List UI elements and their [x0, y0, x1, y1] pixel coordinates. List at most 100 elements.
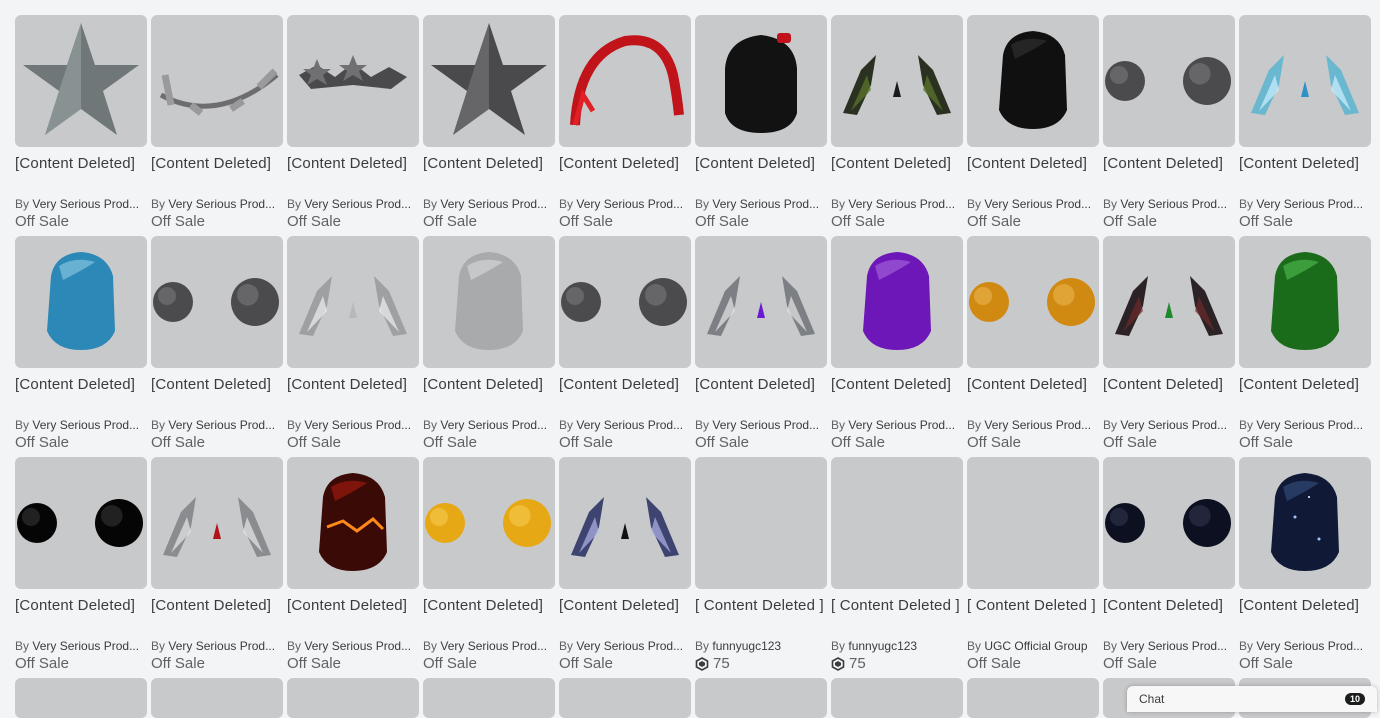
creator-link[interactable]: Very Serious Prod...	[1256, 197, 1363, 211]
item-thumbnail[interactable]	[967, 236, 1099, 368]
item-thumbnail-partial[interactable]	[15, 678, 147, 718]
item-name[interactable]: [Content Deleted]	[1103, 375, 1235, 415]
item-thumbnail[interactable]	[15, 15, 147, 147]
item-thumbnail[interactable]	[831, 236, 963, 368]
catalog-item-card[interactable]: [Content Deleted] By Very Serious Prod..…	[831, 236, 963, 457]
item-name[interactable]: [Content Deleted]	[1103, 596, 1235, 636]
catalog-item-card[interactable]: [Content Deleted] By Very Serious Prod..…	[695, 15, 827, 236]
creator-link[interactable]: Very Serious Prod...	[1256, 639, 1363, 653]
creator-link[interactable]: Very Serious Prod...	[848, 197, 955, 211]
catalog-item-card[interactable]: [Content Deleted] By Very Serious Prod..…	[559, 15, 691, 236]
item-thumbnail[interactable]	[1103, 236, 1235, 368]
item-thumbnail[interactable]	[151, 15, 283, 147]
item-name[interactable]: [Content Deleted]	[695, 154, 827, 194]
item-thumbnail[interactable]	[423, 236, 555, 368]
item-name[interactable]: [Content Deleted]	[1239, 154, 1371, 194]
item-name[interactable]: [Content Deleted]	[287, 375, 419, 415]
catalog-item-card[interactable]: [Content Deleted] By Very Serious Prod..…	[15, 457, 147, 678]
creator-link[interactable]: Very Serious Prod...	[576, 418, 683, 432]
catalog-item-card[interactable]: [Content Deleted] By Very Serious Prod..…	[15, 236, 147, 457]
creator-link[interactable]: Very Serious Prod...	[304, 418, 411, 432]
creator-link[interactable]: funnyugc123	[848, 639, 917, 653]
item-name[interactable]: [Content Deleted]	[1103, 154, 1235, 194]
item-thumbnail[interactable]	[423, 457, 555, 589]
catalog-item-card[interactable]: [Content Deleted] By Very Serious Prod..…	[423, 457, 555, 678]
item-thumbnail[interactable]	[287, 15, 419, 147]
catalog-item-card[interactable]: [Content Deleted] By Very Serious Prod..…	[151, 457, 283, 678]
catalog-item-card[interactable]: [Content Deleted] By Very Serious Prod..…	[695, 236, 827, 457]
chat-bar[interactable]: Chat 10	[1127, 686, 1377, 712]
item-thumbnail[interactable]	[15, 457, 147, 589]
creator-link[interactable]: Very Serious Prod...	[304, 197, 411, 211]
item-thumbnail[interactable]	[1239, 15, 1371, 147]
catalog-item-card[interactable]: [Content Deleted] By Very Serious Prod..…	[1239, 236, 1371, 457]
item-thumbnail-partial[interactable]	[831, 678, 963, 718]
creator-link[interactable]: Very Serious Prod...	[440, 639, 547, 653]
item-thumbnail-partial[interactable]	[287, 678, 419, 718]
catalog-item-card[interactable]: [Content Deleted] By Very Serious Prod..…	[559, 236, 691, 457]
item-name[interactable]: [Content Deleted]	[15, 375, 147, 415]
item-thumbnail[interactable]	[423, 15, 555, 147]
item-thumbnail[interactable]	[15, 236, 147, 368]
item-thumbnail[interactable]	[967, 457, 1099, 589]
item-name[interactable]: [Content Deleted]	[695, 375, 827, 415]
item-name[interactable]: [ Content Deleted ]	[967, 596, 1099, 636]
creator-link[interactable]: funnyugc123	[712, 639, 781, 653]
creator-link[interactable]: UGC Official Group	[984, 639, 1087, 653]
item-name[interactable]: [Content Deleted]	[559, 375, 691, 415]
creator-link[interactable]: Very Serious Prod...	[1120, 639, 1227, 653]
creator-link[interactable]: Very Serious Prod...	[1120, 418, 1227, 432]
item-thumbnail-partial[interactable]	[967, 678, 1099, 718]
item-thumbnail-partial[interactable]	[423, 678, 555, 718]
item-name[interactable]: [Content Deleted]	[831, 154, 963, 194]
item-thumbnail[interactable]	[967, 15, 1099, 147]
creator-link[interactable]: Very Serious Prod...	[712, 197, 819, 211]
item-name[interactable]: [Content Deleted]	[967, 154, 1099, 194]
item-thumbnail-partial[interactable]	[151, 678, 283, 718]
item-thumbnail-partial[interactable]	[559, 678, 691, 718]
catalog-item-card[interactable]: [Content Deleted] By Very Serious Prod..…	[287, 15, 419, 236]
catalog-item-card[interactable]: [ Content Deleted ] By UGC Official Grou…	[967, 457, 1099, 678]
item-name[interactable]: [Content Deleted]	[423, 375, 555, 415]
item-thumbnail[interactable]	[151, 457, 283, 589]
item-name[interactable]: [Content Deleted]	[559, 596, 691, 636]
item-name[interactable]: [Content Deleted]	[1239, 375, 1371, 415]
item-thumbnail[interactable]	[695, 236, 827, 368]
item-thumbnail[interactable]	[559, 15, 691, 147]
item-thumbnail[interactable]	[287, 457, 419, 589]
item-name[interactable]: [Content Deleted]	[287, 596, 419, 636]
item-name[interactable]: [Content Deleted]	[151, 375, 283, 415]
creator-link[interactable]: Very Serious Prod...	[440, 197, 547, 211]
catalog-item-card[interactable]: [Content Deleted] By Very Serious Prod..…	[967, 15, 1099, 236]
creator-link[interactable]: Very Serious Prod...	[32, 418, 139, 432]
item-thumbnail[interactable]	[151, 236, 283, 368]
item-name[interactable]: [Content Deleted]	[15, 596, 147, 636]
catalog-item-card[interactable]: [Content Deleted] By Very Serious Prod..…	[151, 236, 283, 457]
creator-link[interactable]: Very Serious Prod...	[440, 418, 547, 432]
item-name[interactable]: [ Content Deleted ]	[695, 596, 827, 636]
item-name[interactable]: [Content Deleted]	[423, 154, 555, 194]
item-thumbnail[interactable]	[1239, 236, 1371, 368]
catalog-item-card[interactable]: [Content Deleted] By Very Serious Prod..…	[831, 15, 963, 236]
creator-link[interactable]: Very Serious Prod...	[712, 418, 819, 432]
item-thumbnail[interactable]	[287, 236, 419, 368]
creator-link[interactable]: Very Serious Prod...	[576, 639, 683, 653]
item-thumbnail[interactable]	[831, 15, 963, 147]
catalog-item-card[interactable]: [Content Deleted] By Very Serious Prod..…	[1103, 236, 1235, 457]
item-thumbnail[interactable]	[695, 457, 827, 589]
item-name[interactable]: [Content Deleted]	[1239, 596, 1371, 636]
item-thumbnail[interactable]	[1103, 457, 1235, 589]
creator-link[interactable]: Very Serious Prod...	[304, 639, 411, 653]
creator-link[interactable]: Very Serious Prod...	[848, 418, 955, 432]
item-thumbnail-partial[interactable]	[695, 678, 827, 718]
creator-link[interactable]: Very Serious Prod...	[168, 639, 275, 653]
item-name[interactable]: [Content Deleted]	[831, 375, 963, 415]
item-thumbnail[interactable]	[831, 457, 963, 589]
catalog-item-card[interactable]: [Content Deleted] By Very Serious Prod..…	[287, 236, 419, 457]
creator-link[interactable]: Very Serious Prod...	[32, 197, 139, 211]
item-thumbnail[interactable]	[1103, 15, 1235, 147]
catalog-item-card[interactable]: [Content Deleted] By Very Serious Prod..…	[423, 236, 555, 457]
catalog-item-card[interactable]: [Content Deleted] By Very Serious Prod..…	[1103, 15, 1235, 236]
item-name[interactable]: [ Content Deleted ]	[831, 596, 963, 636]
item-name[interactable]: [Content Deleted]	[423, 596, 555, 636]
